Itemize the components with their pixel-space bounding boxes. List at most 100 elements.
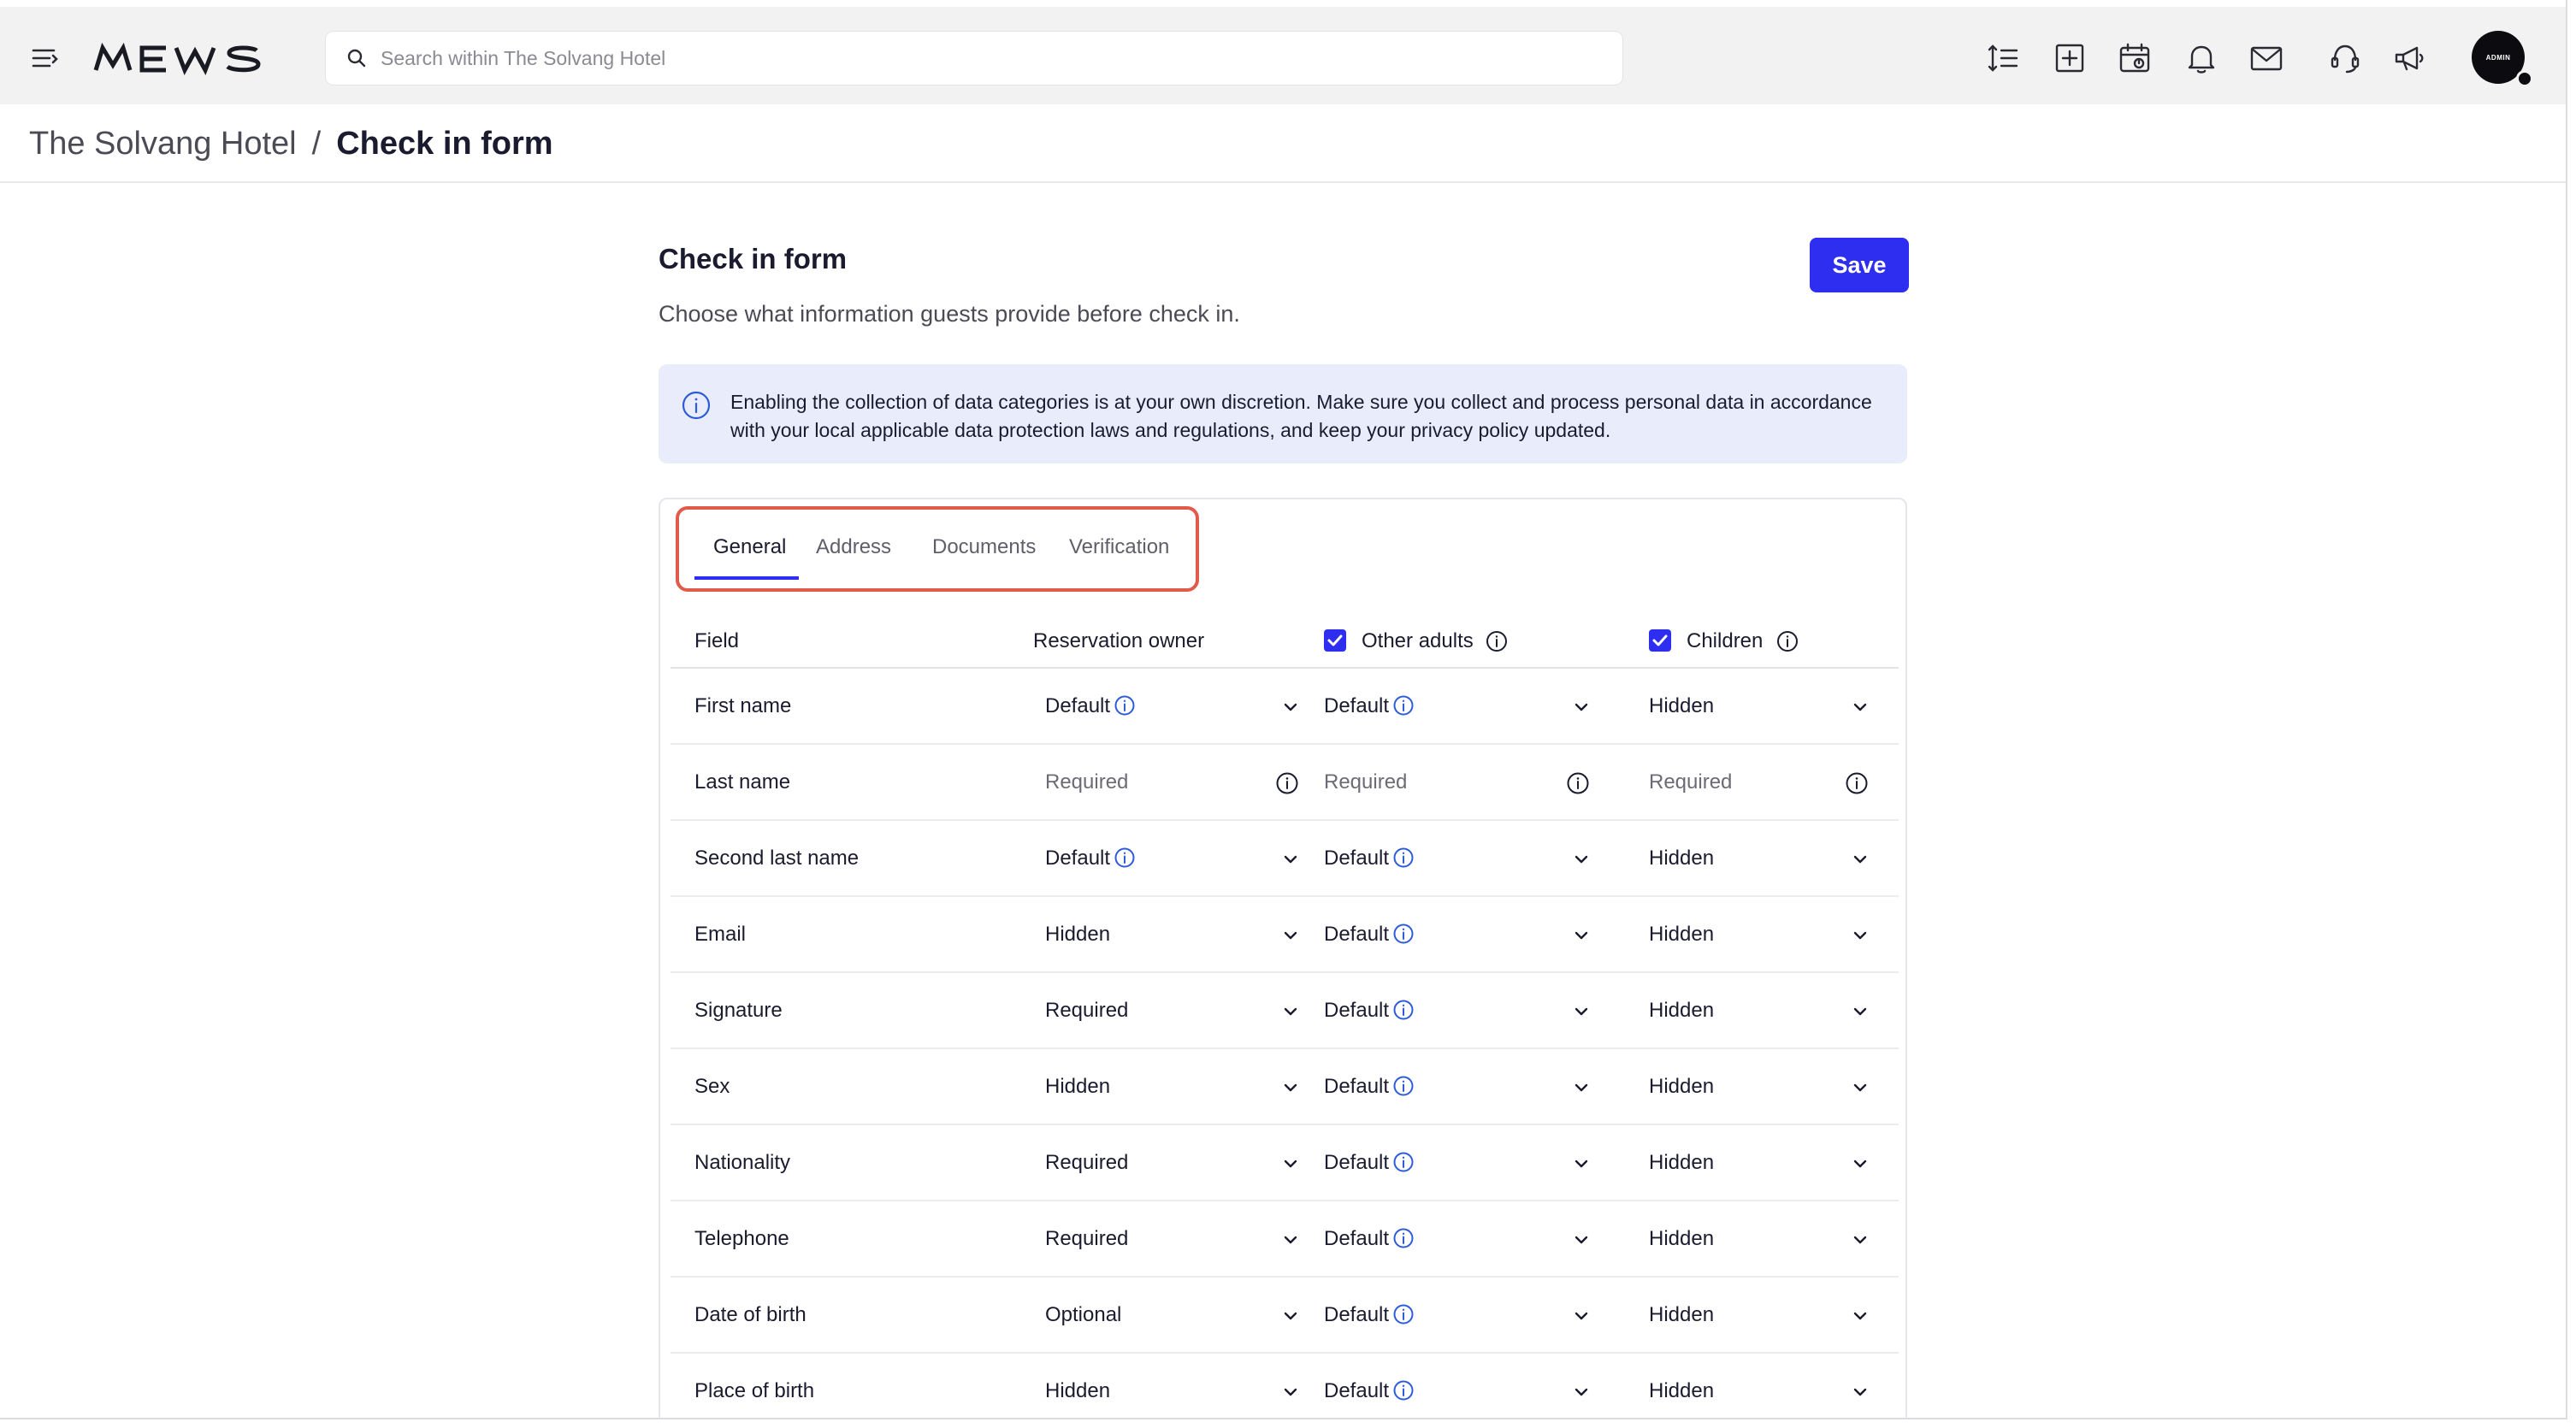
info-icon[interactable] (1392, 1303, 1415, 1325)
info-icon[interactable] (1392, 1151, 1415, 1173)
adults-select[interactable]: Default (1324, 829, 1598, 888)
adults-select[interactable]: Default (1324, 1210, 1598, 1268)
chevron-down-icon (1851, 1230, 1870, 1249)
search-bar[interactable] (325, 31, 1623, 86)
owner-select[interactable]: Optional (1045, 1286, 1307, 1344)
children-select[interactable]: Hidden (1649, 677, 1876, 735)
info-icon[interactable] (1392, 1379, 1415, 1401)
select-value-text: Required (1045, 1151, 1129, 1174)
children-select[interactable]: Hidden (1649, 1286, 1876, 1344)
info-icon[interactable] (1485, 629, 1509, 653)
info-icon[interactable] (1392, 1227, 1415, 1249)
owner-select[interactable]: Hidden (1045, 1058, 1307, 1116)
table-header: Field Reservation owner Other adults Chi… (660, 611, 1905, 670)
info-icon[interactable] (1392, 694, 1415, 717)
children-select[interactable]: Hidden (1649, 906, 1876, 964)
adults-select[interactable]: Default (1324, 677, 1598, 735)
other-adults-checkbox[interactable] (1324, 629, 1346, 652)
search-input[interactable] (381, 46, 1578, 70)
hamburger-menu-icon[interactable] (31, 46, 60, 70)
info-icon[interactable] (1565, 770, 1591, 796)
alert-text: Enabling the collection of data categori… (730, 391, 1872, 441)
info-icon[interactable] (1274, 770, 1300, 796)
children-select[interactable]: Hidden (1649, 982, 1876, 1040)
tab-general[interactable]: General (713, 535, 786, 559)
table-row: First name Default Default Hidden (660, 669, 1905, 745)
select-value: Default (1045, 694, 1136, 718)
adults-select[interactable]: Default (1324, 1134, 1598, 1192)
owner-select[interactable]: Default (1045, 677, 1307, 735)
chevron-down-icon (1572, 698, 1591, 717)
sort-lines-icon[interactable] (1984, 39, 2022, 77)
breadcrumb-separator: / (311, 125, 322, 162)
owner-select[interactable]: Hidden (1045, 1362, 1307, 1418)
field-name: Sex (694, 1075, 730, 1098)
breadcrumb-parent[interactable]: The Solvang Hotel (29, 126, 297, 162)
info-icon[interactable] (1392, 1075, 1415, 1097)
header-divider (0, 181, 2566, 183)
select-value-text: Hidden (1649, 1379, 1715, 1402)
select-value: Hidden (1649, 923, 1714, 947)
select-value-text: Required (1045, 999, 1129, 1022)
children-select[interactable]: Hidden (1649, 829, 1876, 888)
select-value: Required (1045, 770, 1128, 794)
table-row: Email Hidden Default Hidden (660, 897, 1905, 973)
select-value: Default (1324, 999, 1415, 1023)
children-checkbox[interactable] (1649, 629, 1671, 652)
chevron-down-icon (1851, 1078, 1870, 1097)
info-icon[interactable] (1114, 847, 1136, 869)
header-children: Children (1687, 629, 1764, 652)
owner-select[interactable]: Required (1045, 1134, 1307, 1192)
adults-select[interactable]: Default (1324, 1362, 1598, 1418)
children-select[interactable]: Hidden (1649, 1362, 1876, 1418)
select-value: Optional (1045, 1303, 1121, 1327)
owner-select[interactable]: Required (1045, 1210, 1307, 1268)
table-row: Second last name Default Default Hidden (660, 821, 1905, 897)
owner-select[interactable]: Default (1045, 829, 1307, 888)
support-icon[interactable] (2326, 39, 2364, 77)
mews-logo-wordmark (93, 42, 261, 75)
info-icon[interactable] (1392, 847, 1415, 869)
active-tab-indicator (694, 576, 799, 580)
select-value: Default (1324, 847, 1415, 870)
add-square-icon[interactable] (2051, 39, 2089, 77)
children-select[interactable]: Hidden (1649, 1134, 1876, 1192)
select-value-text: Optional (1045, 1303, 1122, 1326)
select-value-text: Default (1324, 1303, 1390, 1326)
save-button[interactable]: Save (1810, 238, 1909, 292)
bell-icon[interactable] (2183, 39, 2220, 77)
chevron-down-icon (1281, 1078, 1300, 1097)
adults-select[interactable]: Default (1324, 1058, 1598, 1116)
info-icon[interactable] (1392, 999, 1415, 1021)
calendar-icon[interactable] (2116, 39, 2154, 77)
info-icon[interactable] (1392, 923, 1415, 945)
chevron-down-icon (1572, 1383, 1591, 1401)
tab-address[interactable]: Address (816, 535, 891, 559)
tab-verification[interactable]: Verification (1069, 535, 1169, 559)
tab-bar: General Address Documents Verification (676, 506, 1199, 592)
chevron-down-icon (1572, 1154, 1591, 1173)
announcement-icon[interactable] (2391, 39, 2429, 77)
breadcrumb-current: Check in form (336, 125, 553, 162)
chevron-down-icon (1281, 1002, 1300, 1021)
info-icon[interactable] (1114, 694, 1136, 717)
adults-select[interactable]: Default (1324, 1286, 1598, 1344)
select-value: Required (1045, 999, 1128, 1023)
info-icon[interactable] (1844, 770, 1870, 796)
tab-documents[interactable]: Documents (932, 535, 1036, 559)
info-icon[interactable] (1775, 629, 1799, 653)
table-row: Place of birth Hidden Default Hidden (660, 1354, 1905, 1418)
adults-select[interactable]: Default (1324, 982, 1598, 1040)
adults-select[interactable]: Default (1324, 906, 1598, 964)
mail-icon[interactable] (2248, 39, 2285, 77)
select-value-text: Hidden (1649, 694, 1715, 717)
owner-select[interactable]: Required (1045, 982, 1307, 1040)
children-select[interactable]: Hidden (1649, 1210, 1876, 1268)
mews-logo[interactable] (92, 42, 269, 75)
children-select[interactable]: Hidden (1649, 1058, 1876, 1116)
chevron-down-icon (1572, 1307, 1591, 1325)
chevron-down-icon (1281, 926, 1300, 945)
owner-select[interactable]: Hidden (1045, 906, 1307, 964)
chevron-down-icon (1572, 1230, 1591, 1249)
chevron-down-icon (1851, 1002, 1870, 1021)
